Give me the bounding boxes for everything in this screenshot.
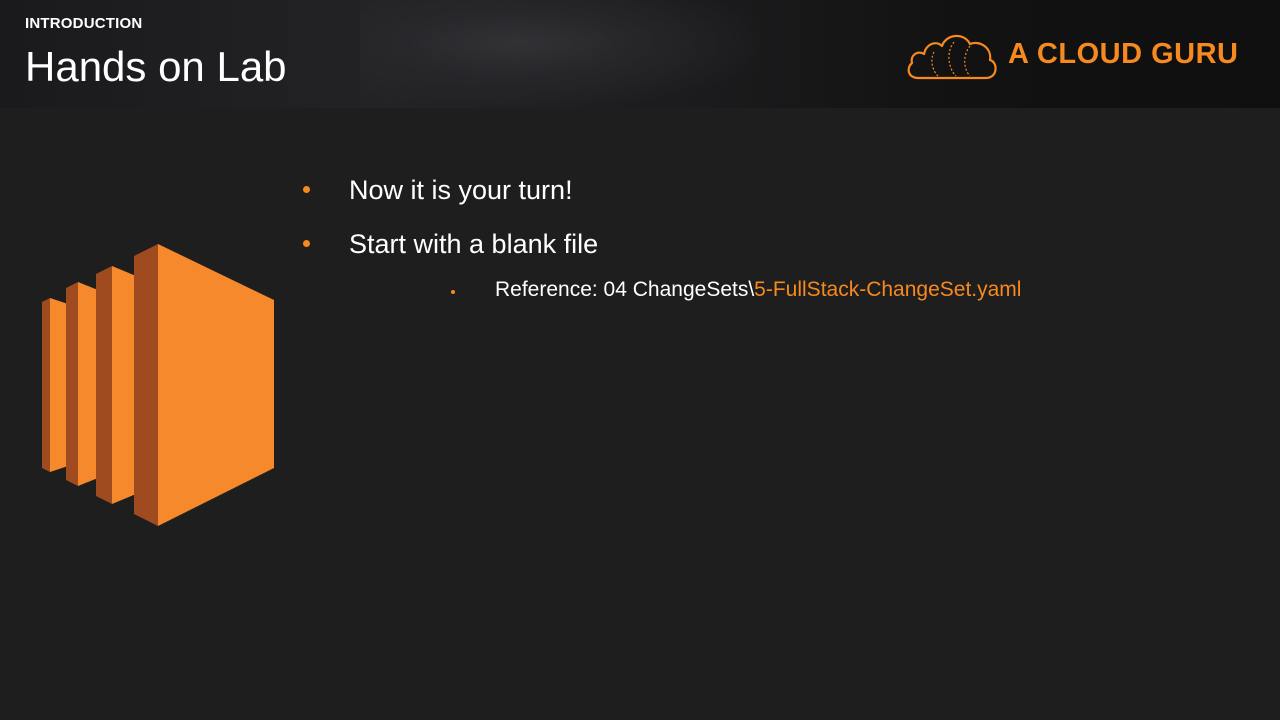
logo-text: A CLOUD GURU — [1008, 38, 1239, 70]
cloud-logo-icon — [907, 34, 997, 80]
section-label: INTRODUCTION — [25, 15, 143, 32]
list-item: Start with a blank file — [300, 226, 1200, 280]
slide-title: Hands on Lab — [25, 43, 287, 90]
header-background-photo — [360, 0, 760, 108]
brand-logo: A CLOUD GURU — [904, 28, 1244, 82]
bullet-text: Start with a blank file — [349, 229, 599, 259]
bullet-text: Now it is your turn! — [349, 175, 573, 205]
ec2-instances-icon — [42, 244, 274, 526]
header-bar: INTRODUCTION Hands on Lab A CLOUD GURU — [0, 0, 1280, 108]
bullet-dot — [303, 186, 310, 193]
sub-bullet-dot — [451, 290, 455, 294]
bullet-dot — [303, 240, 310, 247]
list-item: Now it is your turn! — [300, 172, 1200, 226]
reference-text: Reference: 04 ChangeSets\5-FullStack-Cha… — [495, 278, 1021, 302]
bullet-list: Now it is your turn! Start with a blank … — [300, 172, 1200, 301]
reference-filename: 5-FullStack-ChangeSet.yaml — [754, 278, 1022, 301]
slide: INTRODUCTION Hands on Lab A CLOUD GURU N… — [0, 0, 1280, 720]
sub-list-item: Reference: 04 ChangeSets\5-FullStack-Cha… — [450, 278, 1150, 308]
reference-prefix: Reference: 04 ChangeSets\ — [495, 278, 755, 301]
